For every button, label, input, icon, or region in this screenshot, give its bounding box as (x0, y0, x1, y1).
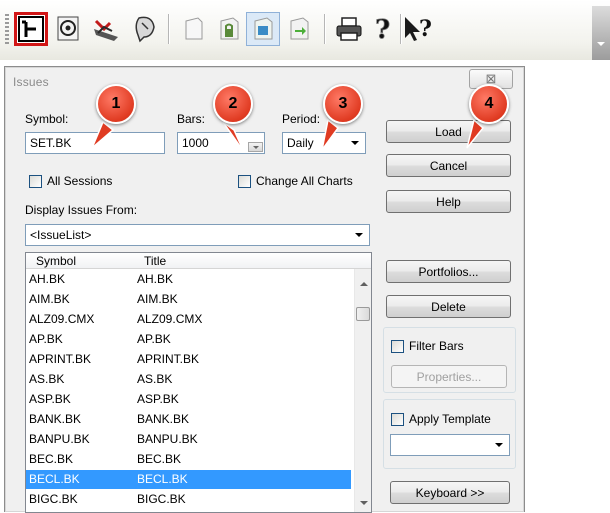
callout-4-pointer (466, 118, 485, 149)
callout-2: 2 (213, 84, 253, 124)
callout-1-pointer (91, 120, 115, 149)
callout-2-pointer (222, 121, 245, 153)
callout-3-pointer (321, 118, 340, 151)
callout-4: 4 (469, 84, 509, 124)
callout-3: 3 (323, 84, 363, 124)
callout-1: 1 (96, 84, 136, 124)
callout-pointers (91, 118, 485, 153)
